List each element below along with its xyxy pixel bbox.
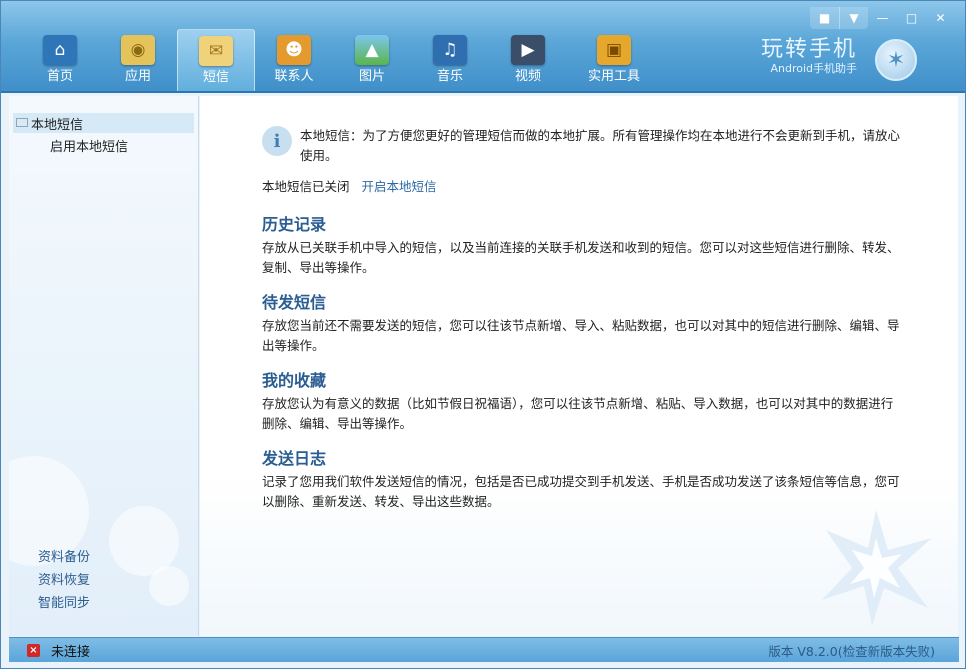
nav-label: 音乐: [436, 69, 463, 84]
section-desc: 记录了您用我们软件发送短信的情况，包括是否已成功提交到手机发送、手机是否成功发送…: [262, 474, 900, 509]
app-window: ■ ▼ — □ ✕ ⌂ 首页 ◉ 应用 ✉ 短信 ☻ 联系人 ▲ 图片 ♫ 音乐…: [0, 0, 966, 669]
info-text: 本地短信：为了方便您更好的管理短信而做的本地扩展。所有管理操作均在本地进行不会更…: [300, 128, 901, 163]
music-icon: ♫: [433, 35, 467, 65]
section-send-log: 发送日志 记录了您用我们软件发送短信的情况，包括是否已成功提交到手机发送、手机是…: [262, 448, 902, 512]
toolbox-icon: ▣: [597, 35, 631, 65]
nav-item-contacts[interactable]: ☻ 联系人: [255, 29, 333, 93]
section-title[interactable]: 待发短信: [262, 292, 902, 314]
sidebar-bottom-links: 资料备份 资料恢复 智能同步: [38, 546, 90, 615]
decor-bubble: [149, 566, 189, 606]
version-text[interactable]: 版本 V8.2.0(检查新版本失败): [768, 641, 935, 660]
maximize-icon[interactable]: □: [897, 7, 926, 29]
nav-item-tools[interactable]: ▣ 实用工具: [567, 29, 661, 93]
main-nav: ⌂ 首页 ◉ 应用 ✉ 短信 ☻ 联系人 ▲ 图片 ♫ 音乐 ▶ 视频 ▣ 实用…: [21, 29, 661, 93]
computer-icon: [16, 118, 28, 127]
enable-local-sms-link[interactable]: 开启本地短信: [362, 179, 437, 194]
section-favorites: 我的收藏 存放您认为有意义的数据（比如节假日祝福语），您可以往该节点新增、粘贴、…: [262, 370, 902, 434]
tree-item-label: 本地短信: [31, 117, 84, 133]
section-history: 历史记录 存放从已关联手机中导入的短信，以及当前连接的关联手机发送和收到的短信。…: [262, 214, 902, 278]
sidebar: 本地短信 启用本地短信 资料备份 资料恢复 智能同步: [9, 96, 199, 636]
nav-item-home[interactable]: ⌂ 首页: [21, 29, 99, 93]
video-icon: ▶: [511, 35, 545, 65]
link-backup[interactable]: 资料备份: [38, 546, 90, 569]
tree-item-enable-local-sms[interactable]: 启用本地短信: [9, 135, 198, 155]
star-watermark-icon: [822, 510, 932, 626]
menu-icon[interactable]: ▼: [839, 7, 868, 29]
tree-item-local-sms[interactable]: 本地短信: [13, 113, 194, 133]
nav-item-sms[interactable]: ✉ 短信: [177, 29, 255, 93]
nav-item-video[interactable]: ▶ 视频: [489, 29, 567, 93]
close-icon[interactable]: ✕: [926, 7, 955, 29]
nav-label: 实用工具: [587, 69, 640, 84]
nav-item-apps[interactable]: ◉ 应用: [99, 29, 177, 93]
window-tools-group: ■ ▼: [810, 7, 868, 29]
picture-icon: ▲: [355, 35, 389, 65]
section-desc: 存放您认为有意义的数据（比如节假日祝福语），您可以往该节点新增、粘贴、导入数据，…: [262, 396, 894, 431]
link-restore[interactable]: 资料恢复: [38, 569, 90, 592]
status-bar: × 未连接 版本 V8.2.0(检查新版本失败): [9, 637, 959, 662]
tree-item-label: 启用本地短信: [50, 139, 129, 155]
disconnected-icon: ×: [27, 643, 40, 657]
info-icon: i: [262, 126, 292, 156]
feedback-icon[interactable]: ■: [810, 7, 839, 29]
section-title[interactable]: 发送日志: [262, 448, 902, 470]
nav-label: 短信: [202, 70, 229, 85]
section-title[interactable]: 历史记录: [262, 214, 902, 236]
nav-item-music[interactable]: ♫ 音乐: [411, 29, 489, 93]
info-box: i 本地短信：为了方便您更好的管理短信而做的本地扩展。所有管理操作均在本地进行不…: [262, 126, 902, 166]
disc-icon: ◉: [121, 35, 155, 65]
status-line: 本地短信已关闭 开启本地短信: [262, 176, 437, 195]
nav-label: 图片: [358, 69, 385, 84]
brand-subtitle: Android手机助手: [770, 62, 857, 75]
brand-logo-icon: ✶: [875, 39, 917, 81]
window-controls: ■ ▼ — □ ✕: [810, 7, 955, 29]
brand: 玩转手机 Android手机助手: [761, 37, 857, 75]
contacts-icon: ☻: [277, 35, 311, 65]
section-desc: 存放您当前还不需要发送的短信，您可以往该节点新增、导入、粘贴数据，也可以对其中的…: [262, 318, 900, 353]
status-text: 本地短信已关闭: [262, 179, 350, 194]
main-content: i 本地短信：为了方便您更好的管理短信而做的本地扩展。所有管理操作均在本地进行不…: [200, 96, 958, 636]
section-title[interactable]: 我的收藏: [262, 370, 902, 392]
nav-label: 视频: [514, 69, 541, 84]
envelope-icon: ✉: [199, 36, 233, 66]
home-icon: ⌂: [43, 35, 77, 65]
nav-label: 首页: [46, 69, 73, 84]
section-pending: 待发短信 存放您当前还不需要发送的短信，您可以往该节点新增、导入、粘贴数据，也可…: [262, 292, 902, 356]
link-sync[interactable]: 智能同步: [38, 592, 90, 615]
header-bar: ■ ▼ — □ ✕ ⌂ 首页 ◉ 应用 ✉ 短信 ☻ 联系人 ▲ 图片 ♫ 音乐…: [1, 1, 965, 93]
minimize-icon[interactable]: —: [868, 7, 897, 29]
section-desc: 存放从已关联手机中导入的短信，以及当前连接的关联手机发送和收到的短信。您可以对这…: [262, 240, 900, 275]
nav-item-pictures[interactable]: ▲ 图片: [333, 29, 411, 93]
nav-label: 联系人: [274, 69, 314, 84]
brand-title: 玩转手机: [760, 37, 857, 62]
connection-status: 未连接: [51, 644, 91, 660]
nav-label: 应用: [124, 69, 151, 84]
